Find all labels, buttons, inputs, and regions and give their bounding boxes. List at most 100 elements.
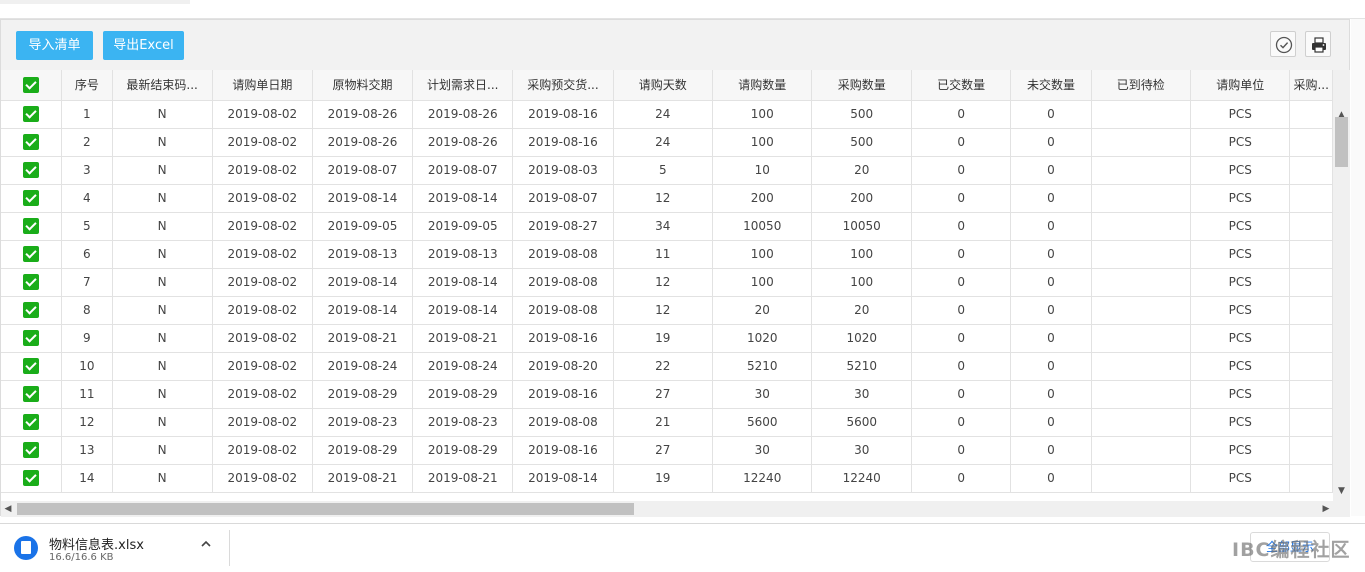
- table-row[interactable]: 10 N 2019-08-02 2019-08-24 2019-08-24 2019-08…: [1, 352, 1333, 381]
- row-select-cell[interactable]: [1, 296, 63, 325]
- scroll-left-icon[interactable]: ◀: [1, 501, 15, 517]
- table-cell: 20: [712, 296, 813, 325]
- checkbox-checked-icon[interactable]: [23, 190, 40, 206]
- table-row[interactable]: 14 N 2019-08-02 2019-08-21 2019-08-21 2019-08…: [1, 464, 1333, 493]
- col-header[interactable]: 序号: [61, 70, 113, 101]
- table-row[interactable]: 8 N 2019-08-02 2019-08-14 2019-08-14 2019-08-…: [1, 296, 1333, 325]
- import-list-button[interactable]: 导入清单: [16, 31, 93, 60]
- table-cell: 2019-09-05: [412, 212, 514, 241]
- vertical-scroll-thumb[interactable]: [1335, 117, 1348, 167]
- checkbox-checked-icon[interactable]: [23, 414, 40, 430]
- table-cell: 2019-08-24: [412, 352, 514, 381]
- table-row[interactable]: 11 N 2019-08-02 2019-08-29 2019-08-29 2019-08…: [1, 380, 1333, 409]
- col-header[interactable]: 采购数量: [811, 70, 912, 101]
- checkbox-checked-icon[interactable]: [23, 106, 40, 122]
- table-cell: PCS: [1190, 128, 1291, 157]
- table-cell: 2019-08-02: [212, 352, 313, 381]
- col-header[interactable]: 已到待检: [1091, 70, 1191, 101]
- col-header[interactable]: 最新结束码...: [112, 70, 213, 101]
- horizontal-scrollbar[interactable]: ◀ ▶: [1, 501, 1333, 517]
- row-select-cell[interactable]: [1, 268, 63, 297]
- print-tool-button[interactable]: [1305, 31, 1331, 57]
- horizontal-scroll-thumb[interactable]: [17, 503, 634, 515]
- table-row[interactable]: 13 N 2019-08-02 2019-08-29 2019-08-29 2019-08…: [1, 436, 1333, 465]
- table-cell: 30: [811, 436, 912, 465]
- row-select-cell[interactable]: [1, 240, 63, 269]
- header-row: 序号 最新结束码... 请购单日期 原物料交期 计划需求日... 采购预交货..…: [1, 70, 1333, 101]
- vertical-scrollbar[interactable]: ▲ ▼: [1333, 70, 1350, 517]
- scroll-down-icon[interactable]: ▼: [1333, 484, 1350, 498]
- table-cell: 2019-08-16: [512, 324, 614, 353]
- checkbox-checked-icon[interactable]: [23, 302, 40, 318]
- table-cell: [1289, 128, 1333, 157]
- table-cell: 2019-08-02: [212, 464, 313, 493]
- export-excel-button[interactable]: 导出Excel: [103, 31, 184, 60]
- row-select-cell[interactable]: [1, 100, 63, 129]
- col-header[interactable]: 请购数量: [712, 70, 813, 101]
- table-cell: 100: [712, 128, 813, 157]
- checkbox-checked-icon[interactable]: [23, 218, 40, 234]
- checkbox-checked-icon[interactable]: [23, 76, 40, 93]
- col-header[interactable]: 计划需求日...: [412, 70, 514, 101]
- table-cell: N: [112, 240, 213, 269]
- checkbox-checked-icon[interactable]: [23, 386, 40, 402]
- row-select-cell[interactable]: [1, 324, 63, 353]
- col-header[interactable]: 未交数量: [1010, 70, 1092, 101]
- table-row[interactable]: 4 N 2019-08-02 2019-08-14 2019-08-14 2019-08-…: [1, 184, 1333, 213]
- table-cell: 11: [613, 240, 714, 269]
- table-cell: 4: [61, 184, 113, 213]
- row-select-cell[interactable]: [1, 128, 63, 157]
- table-row[interactable]: 2 N 2019-08-02 2019-08-26 2019-08-26 2019-08-…: [1, 128, 1333, 157]
- table-cell: PCS: [1190, 296, 1291, 325]
- table-cell: 0: [911, 100, 1012, 129]
- table-cell: 0: [1010, 128, 1092, 157]
- col-header[interactable]: 采购预交货...: [512, 70, 614, 101]
- table-cell: 200: [712, 184, 813, 213]
- page-scrollbar-track[interactable]: [1351, 19, 1365, 516]
- checkbox-checked-icon[interactable]: [23, 330, 40, 346]
- table-row[interactable]: 3 N 2019-08-02 2019-08-07 2019-08-07 2019-08-…: [1, 156, 1333, 185]
- table-cell: 5600: [811, 408, 912, 437]
- checkbox-checked-icon[interactable]: [23, 134, 40, 150]
- checkbox-checked-icon[interactable]: [23, 442, 40, 458]
- row-select-cell[interactable]: [1, 464, 63, 493]
- row-select-cell[interactable]: [1, 352, 63, 381]
- table-cell: 0: [1010, 240, 1092, 269]
- table-row[interactable]: 1 N 2019-08-02 2019-08-26 2019-08-26 2019-08-…: [1, 100, 1333, 129]
- select-all-cell[interactable]: [1, 70, 63, 101]
- checkbox-checked-icon[interactable]: [23, 162, 40, 178]
- row-select-cell[interactable]: [1, 212, 63, 241]
- scroll-right-icon[interactable]: ▶: [1319, 501, 1333, 517]
- table-cell: 2019-08-02: [212, 128, 313, 157]
- table-cell: 12240: [712, 464, 813, 493]
- table-row[interactable]: 5 N 2019-08-02 2019-09-05 2019-09-05 2019-08-…: [1, 212, 1333, 241]
- confirm-tool-button[interactable]: [1270, 31, 1296, 57]
- table-row[interactable]: 7 N 2019-08-02 2019-08-14 2019-08-14 2019-08-…: [1, 268, 1333, 297]
- table-cell: 0: [1010, 408, 1092, 437]
- table-row[interactable]: 12 N 2019-08-02 2019-08-23 2019-08-23 2019-08…: [1, 408, 1333, 437]
- checkbox-checked-icon[interactable]: [23, 246, 40, 262]
- table-row[interactable]: 9 N 2019-08-02 2019-08-21 2019-08-21 2019-08-…: [1, 324, 1333, 353]
- table-cell: N: [112, 380, 213, 409]
- table-cell: [1289, 296, 1333, 325]
- col-header[interactable]: 请购单位: [1190, 70, 1291, 101]
- chevron-up-icon[interactable]: [200, 538, 214, 552]
- col-header[interactable]: 原物料交期: [312, 70, 414, 101]
- checkbox-checked-icon[interactable]: [23, 274, 40, 290]
- row-select-cell[interactable]: [1, 184, 63, 213]
- row-select-cell[interactable]: [1, 408, 63, 437]
- col-header[interactable]: 已交数量: [911, 70, 1012, 101]
- table-cell: 2019-08-02: [212, 100, 313, 129]
- checkbox-checked-icon[interactable]: [23, 470, 40, 486]
- row-select-cell[interactable]: [1, 436, 63, 465]
- row-select-cell[interactable]: [1, 156, 63, 185]
- table-row[interactable]: 6 N 2019-08-02 2019-08-13 2019-08-13 2019-08-…: [1, 240, 1333, 269]
- download-file-name[interactable]: 物料信息表.xlsx: [49, 534, 144, 553]
- col-header[interactable]: 请购天数: [613, 70, 714, 101]
- table-cell: 0: [1010, 464, 1092, 493]
- row-select-cell[interactable]: [1, 380, 63, 409]
- col-header[interactable]: 请购单日期: [212, 70, 313, 101]
- col-header[interactable]: 采购...: [1289, 70, 1333, 101]
- download-item[interactable]: 物料信息表.xlsx 16.6/16.6 KB: [14, 534, 230, 570]
- checkbox-checked-icon[interactable]: [23, 358, 40, 374]
